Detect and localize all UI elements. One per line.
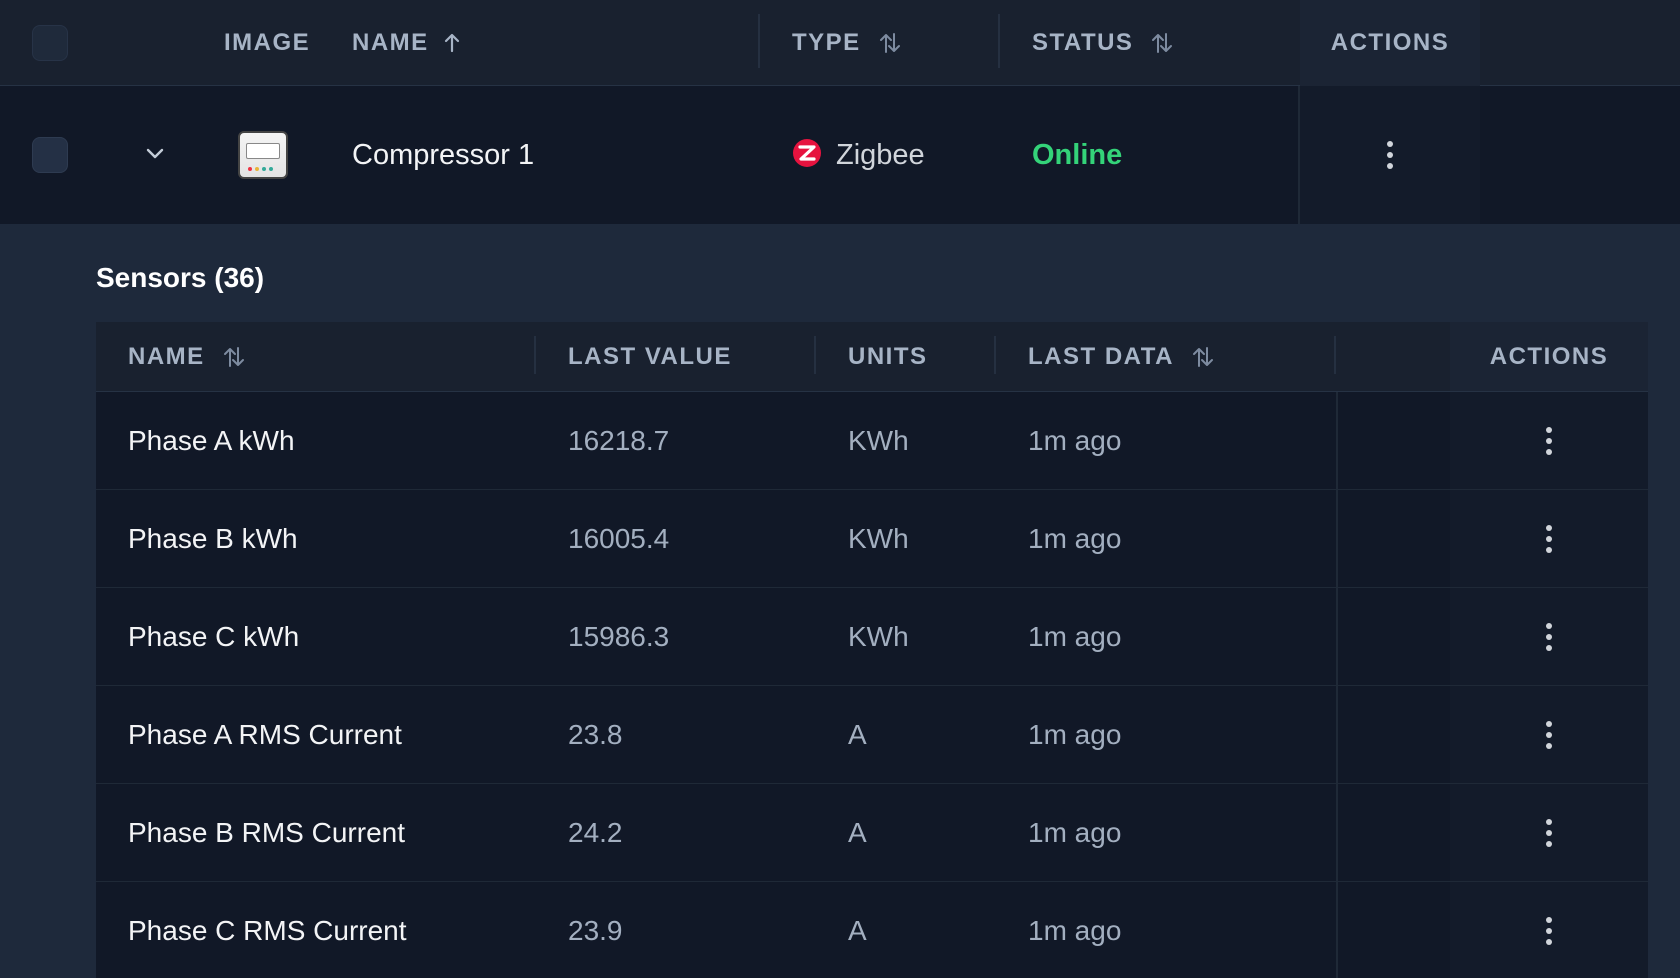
sensor-units: KWh [848, 522, 909, 554]
sensor-last-data: 1m ago [1028, 522, 1122, 554]
sensors-table: NAME LAST VALUE UNITS LAST DATA ACTIONS … [96, 322, 1648, 978]
column-divider [758, 14, 760, 68]
sensor-last-data: 1m ago [1028, 718, 1122, 750]
sensor-last-value: 16005.4 [568, 522, 670, 554]
zigbee-logo-icon [792, 138, 822, 173]
column-header-name-label: NAME [352, 28, 429, 56]
devices-table: IMAGE NAME TYPE STATUS ACTIONS Compresso… [0, 0, 1680, 978]
sensor-name[interactable]: Phase A RMS Current [128, 719, 402, 751]
sensor-name[interactable]: Phase B kWh [128, 523, 298, 555]
kebab-menu-icon[interactable] [1546, 622, 1552, 651]
column-divider [534, 336, 536, 374]
table-row[interactable]: Phase C RMS Current 23.9 A 1m ago [96, 882, 1648, 978]
table-row[interactable]: Phase B kWh 16005.4 KWh 1m ago [96, 490, 1648, 589]
kebab-menu-icon[interactable] [1546, 524, 1552, 553]
sort-arrows-icon[interactable] [1192, 346, 1214, 368]
column-divider [1336, 784, 1338, 881]
sensor-last-value: 16218.7 [568, 424, 670, 456]
sensor-units: KWh [848, 424, 909, 456]
table-row[interactable]: Phase B RMS Current 24.2 A 1m ago [96, 784, 1648, 883]
column-divider [994, 336, 996, 374]
sensor-column-header-units: UNITS [848, 342, 928, 370]
table-row[interactable]: Phase A RMS Current 23.8 A 1m ago [96, 686, 1648, 785]
column-header-image: IMAGE [224, 28, 311, 56]
sensor-last-value: 23.9 [568, 914, 623, 946]
sensor-units: A [848, 914, 867, 946]
sensor-last-data: 1m ago [1028, 816, 1122, 848]
select-all-checkbox[interactable] [32, 24, 68, 61]
row-select-checkbox[interactable] [32, 137, 68, 173]
sensors-table-header: NAME LAST VALUE UNITS LAST DATA ACTIONS [96, 322, 1648, 392]
sensor-name[interactable]: Phase C RMS Current [128, 915, 407, 947]
column-divider [1336, 490, 1338, 587]
sensor-name[interactable]: Phase A kWh [128, 425, 295, 457]
sort-arrows-icon[interactable] [223, 346, 245, 368]
sensor-name[interactable]: Phase B RMS Current [128, 817, 405, 849]
sensor-units: A [848, 718, 867, 750]
status-badge: Online [1032, 138, 1123, 171]
arrow-up-icon[interactable] [443, 33, 461, 53]
sensor-column-header-last-data[interactable]: LAST DATA [1028, 322, 1214, 391]
sensors-section-title: Sensors (36) [96, 262, 265, 293]
column-divider [998, 14, 1000, 68]
sensor-last-value: 23.8 [568, 718, 623, 750]
sensor-column-header-last-data-label: LAST DATA [1028, 342, 1174, 370]
column-divider [1334, 336, 1336, 374]
column-header-type-label: TYPE [792, 28, 861, 56]
sensor-units: A [848, 816, 867, 848]
column-header-actions: ACTIONS [1330, 28, 1450, 56]
table-row[interactable]: Phase C kWh 15986.3 KWh 1m ago [96, 588, 1648, 687]
sensor-name[interactable]: Phase C kWh [128, 621, 299, 653]
chevron-down-icon[interactable] [142, 140, 168, 171]
sensor-last-value: 24.2 [568, 816, 623, 848]
sensor-last-data: 1m ago [1028, 424, 1122, 456]
expand-row-button[interactable] [142, 86, 168, 224]
table-row[interactable]: Phase A kWh 16218.7 KWh 1m ago [96, 392, 1648, 491]
column-divider [1336, 392, 1338, 489]
column-header-name[interactable]: NAME [352, 0, 461, 85]
column-divider [1336, 882, 1338, 978]
kebab-menu-icon[interactable] [1546, 818, 1552, 847]
column-header-status[interactable]: STATUS [1032, 0, 1173, 85]
device-type: Zigbee [836, 138, 925, 171]
column-divider [1336, 686, 1338, 783]
kebab-menu-icon[interactable] [1546, 426, 1552, 455]
column-header-type[interactable]: TYPE [792, 0, 901, 85]
device-name[interactable]: Compressor 1 [352, 139, 534, 172]
sensor-units: KWh [848, 620, 909, 652]
sensor-last-value: 15986.3 [568, 620, 670, 652]
sensor-column-header-name[interactable]: NAME [128, 322, 245, 391]
sensor-column-header-last-value: LAST VALUE [568, 342, 732, 370]
sort-arrows-icon[interactable] [1151, 32, 1173, 54]
sensor-last-data: 1m ago [1028, 914, 1122, 946]
column-header-status-label: STATUS [1032, 28, 1134, 56]
device-thumbnail [238, 131, 288, 179]
sensor-column-header-name-label: NAME [128, 342, 205, 370]
kebab-menu-icon[interactable] [1546, 720, 1552, 749]
sort-arrows-icon[interactable] [879, 32, 901, 54]
sensor-last-data: 1m ago [1028, 620, 1122, 652]
device-kebab-menu-icon[interactable] [1387, 141, 1393, 169]
column-divider [814, 336, 816, 374]
sensor-column-header-actions: ACTIONS [1489, 342, 1609, 370]
kebab-menu-icon[interactable] [1546, 916, 1552, 945]
column-divider [1336, 588, 1338, 685]
